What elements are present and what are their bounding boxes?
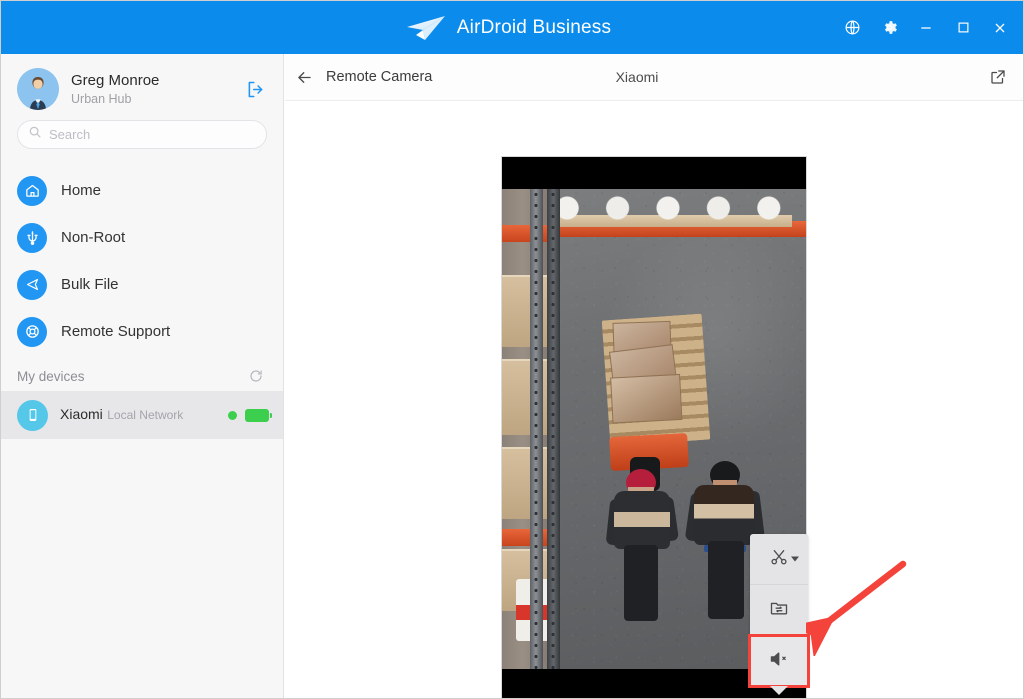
floating-toolbar [750, 534, 808, 686]
window-controls [835, 1, 1017, 54]
profile-organization: Urban Hub [71, 91, 243, 107]
refresh-icon[interactable] [247, 367, 265, 385]
sidebar-item-label: Home [61, 182, 101, 199]
screenshot-button[interactable] [750, 534, 808, 585]
page-title: Remote Camera [326, 69, 432, 85]
sidebar-item-bulk-file[interactable]: Bulk File [1, 261, 283, 308]
worker-legs [708, 541, 744, 619]
devices-section-title: My devices [17, 369, 85, 384]
device-text: Xiaomi Local Network [60, 406, 228, 424]
device-list-item-xiaomi[interactable]: Xiaomi Local Network [1, 391, 283, 439]
sidebar-item-home[interactable]: Home [1, 167, 283, 214]
tablet-icon [17, 400, 48, 431]
sidebar-item-label: Non-Root [61, 229, 125, 246]
device-connection: Local Network [107, 408, 183, 422]
folder-transfer-icon [769, 598, 789, 623]
user-avatar-icon [17, 68, 59, 110]
pallet-with-boxes [602, 314, 711, 447]
language-globe-icon[interactable] [835, 11, 869, 45]
scissors-icon [769, 547, 789, 572]
sidebar-item-remote-support[interactable]: Remote Support [1, 308, 283, 355]
app-title: AirDroid Business [457, 17, 611, 39]
search-icon [28, 125, 42, 144]
back-arrow-icon[interactable] [285, 54, 323, 100]
rack-upright [530, 189, 543, 669]
annotation-arrow [806, 556, 916, 656]
device-name: Xiaomi [60, 406, 103, 422]
settings-gear-icon[interactable] [872, 11, 906, 45]
app-brand: AirDroid Business [403, 13, 611, 43]
usb-trident-icon [17, 223, 47, 253]
sidebar-item-non-root[interactable]: Non-Root [1, 214, 283, 261]
search-box[interactable] [17, 120, 267, 149]
status-dot-online [228, 411, 237, 420]
worker-jacket [694, 485, 754, 545]
profile-text: Greg Monroe Urban Hub [71, 72, 243, 107]
content-header: Remote Camera Xiaomi [285, 54, 1024, 101]
lifebuoy-icon [17, 317, 47, 347]
warehouse-worker [606, 469, 680, 629]
paper-plane-icon [403, 13, 447, 43]
mute-audio-button[interactable] [750, 636, 808, 686]
devices-section-header: My devices [1, 355, 283, 391]
close-icon[interactable] [983, 11, 1017, 45]
content-panel: Remote Camera Xiaomi [285, 54, 1024, 699]
airdroid-business-window: AirDroid Business [0, 0, 1024, 699]
cardboard-box [610, 374, 682, 424]
profile-name: Greg Monroe [71, 72, 243, 90]
title-bar: AirDroid Business [1, 1, 1024, 54]
search-container [1, 110, 283, 149]
send-file-icon [17, 270, 47, 300]
rack-upright [547, 189, 560, 669]
sidebar-item-label: Remote Support [61, 323, 170, 340]
external-link-icon[interactable] [981, 54, 1015, 100]
minimize-icon[interactable] [909, 11, 943, 45]
toolbar-pointer [770, 686, 788, 695]
file-transfer-button[interactable] [750, 585, 808, 636]
home-icon [17, 176, 47, 206]
battery-full-icon [245, 409, 269, 422]
pallet-racking [502, 189, 560, 669]
maximize-icon[interactable] [946, 11, 980, 45]
sidebar: Greg Monroe Urban Hub [1, 54, 284, 699]
user-profile[interactable]: Greg Monroe Urban Hub [1, 54, 283, 110]
speaker-muted-icon [768, 649, 790, 674]
device-status [228, 409, 269, 422]
logout-icon[interactable] [243, 77, 267, 101]
chevron-down-icon[interactable] [791, 557, 799, 562]
worker-jacket [614, 491, 670, 549]
white-sacks [542, 195, 794, 221]
player-stage: SD [285, 101, 1024, 699]
worker-legs [624, 545, 658, 621]
sidebar-nav: Home Non-Root [1, 167, 283, 355]
search-input[interactable] [49, 127, 256, 142]
sidebar-item-label: Bulk File [61, 276, 119, 293]
